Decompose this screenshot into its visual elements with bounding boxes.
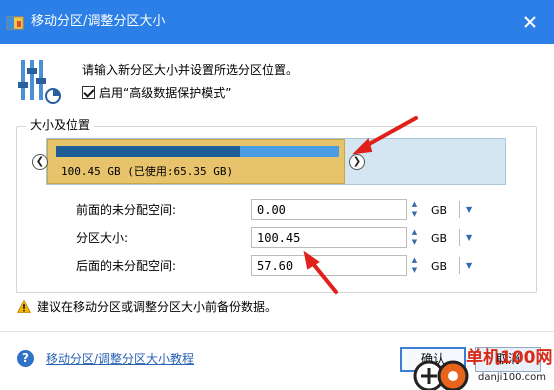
- partition-size-field-label: 分区大小:: [76, 231, 129, 245]
- partition-size-input[interactable]: 100.45: [251, 227, 407, 248]
- before-unit-dropdown-icon[interactable]: ▼: [466, 202, 472, 218]
- watermark-logo-icon: [413, 360, 469, 390]
- after-unallocated-label: 后面的未分配空间:: [76, 259, 177, 273]
- spin-up-icon[interactable]: ▲: [407, 199, 422, 209]
- warning-icon: [17, 300, 31, 313]
- before-unallocated-input[interactable]: 0.00: [251, 199, 407, 220]
- unit-separator: [459, 229, 460, 246]
- after-unallocated-stepper[interactable]: ▲ ▼: [407, 255, 422, 276]
- slider-partition-icon: [18, 60, 61, 104]
- before-unit-label: GB: [431, 204, 448, 217]
- partition-size-label: 100.45 GB (已使用:65.35 GB): [61, 165, 234, 178]
- question-icon[interactable]: ?: [17, 350, 34, 367]
- spin-down-icon[interactable]: ▼: [407, 209, 422, 219]
- partition-usage-bar: [56, 146, 339, 157]
- watermark-text: 单机100网: [466, 348, 553, 368]
- chevron-right-icon: ❯: [352, 156, 362, 167]
- window-title: 移动分区/调整分区大小: [31, 14, 166, 29]
- spin-down-icon[interactable]: ▼: [407, 237, 422, 247]
- after-unit-label: GB: [431, 260, 448, 273]
- partition-size-stepper[interactable]: ▲ ▼: [407, 227, 422, 248]
- partition-used-fill: [56, 146, 240, 157]
- advanced-protection-label[interactable]: 启用“高级数据保护模式”: [99, 85, 231, 101]
- instruction-text: 请输入新分区大小并设置所选分区位置。: [82, 63, 299, 77]
- size-position-legend: 大小及位置: [26, 117, 95, 133]
- advanced-protection-checkbox[interactable]: [82, 86, 95, 99]
- before-unallocated-stepper[interactable]: ▲ ▼: [407, 199, 422, 220]
- size-unit-dropdown-icon[interactable]: ▼: [466, 230, 472, 246]
- tutorial-link[interactable]: 移动分区/调整分区大小教程: [46, 351, 194, 367]
- size-unit-label: GB: [431, 232, 448, 245]
- unit-separator: [459, 257, 460, 274]
- close-icon[interactable]: [520, 12, 540, 32]
- before-unallocated-label: 前面的未分配空间:: [76, 203, 177, 217]
- backup-warning: 建议在移动分区或调整分区大小前备份数据。: [37, 300, 278, 314]
- watermark-url: danji100.com: [478, 372, 546, 383]
- footer-divider: [0, 331, 554, 332]
- chevron-left-icon: ❮: [35, 156, 45, 167]
- after-unit-dropdown-icon[interactable]: ▼: [466, 258, 472, 274]
- app-icon: [6, 16, 24, 30]
- spin-down-icon[interactable]: ▼: [407, 265, 422, 275]
- spin-up-icon[interactable]: ▲: [407, 227, 422, 237]
- spin-up-icon[interactable]: ▲: [407, 255, 422, 265]
- unit-separator: [459, 201, 460, 218]
- after-unallocated-input[interactable]: 57.60: [251, 255, 407, 276]
- right-resize-handle[interactable]: ❯: [349, 154, 365, 170]
- left-resize-handle[interactable]: ❮: [32, 154, 48, 170]
